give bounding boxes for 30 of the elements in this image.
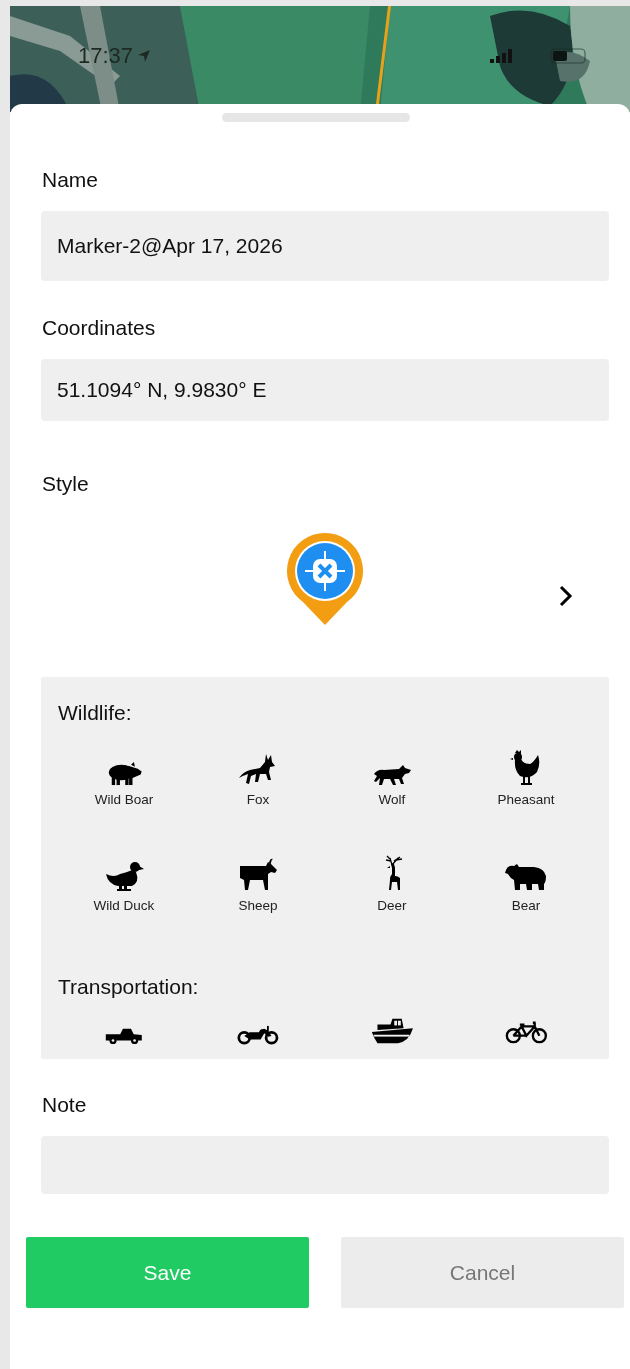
boat-icon: [369, 1017, 415, 1045]
bear-icon: [504, 862, 548, 892]
text-field[interactable]: Marker-2@Apr 17, 2026: [41, 211, 609, 281]
category-title: Wildlife:: [58, 700, 133, 726]
icon-option[interactable]: Pheasant: [459, 741, 593, 807]
cancel-button[interactable]: Cancel: [341, 1237, 624, 1308]
icon-option[interactable]: Wild Boar: [57, 741, 191, 807]
category-title: Transportation:: [58, 974, 200, 1000]
goat-icon: [238, 858, 278, 892]
location-arrow-icon: [137, 49, 152, 63]
duck-icon: [104, 860, 144, 892]
map-pin-icon[interactable]: [285, 531, 365, 627]
icon-option[interactable]: Bear: [459, 847, 593, 913]
text-field[interactable]: 51.1094° N, 9.9830° E: [41, 359, 609, 421]
icon-option[interactable]: Sheep: [191, 847, 325, 913]
motorcycle-icon: [237, 1025, 279, 1045]
chicken-icon: [510, 750, 542, 786]
field-label: Note: [42, 1092, 88, 1118]
pickup-truck-icon: [104, 1027, 144, 1045]
bicycle-icon: [504, 1019, 548, 1045]
drag-handle[interactable]: [222, 113, 410, 122]
icon-option[interactable]: Deer: [325, 847, 459, 913]
icon-option[interactable]: Wolf: [325, 741, 459, 807]
signal-icon: [490, 49, 512, 63]
field-label: Name: [42, 167, 100, 193]
icon-option[interactable]: Wild Duck: [57, 847, 191, 913]
field-label: Style: [42, 471, 90, 497]
icon-option[interactable]: Fox: [191, 741, 325, 807]
field-label: Coordinates: [42, 315, 157, 341]
chevron-right-icon[interactable]: [559, 585, 573, 607]
